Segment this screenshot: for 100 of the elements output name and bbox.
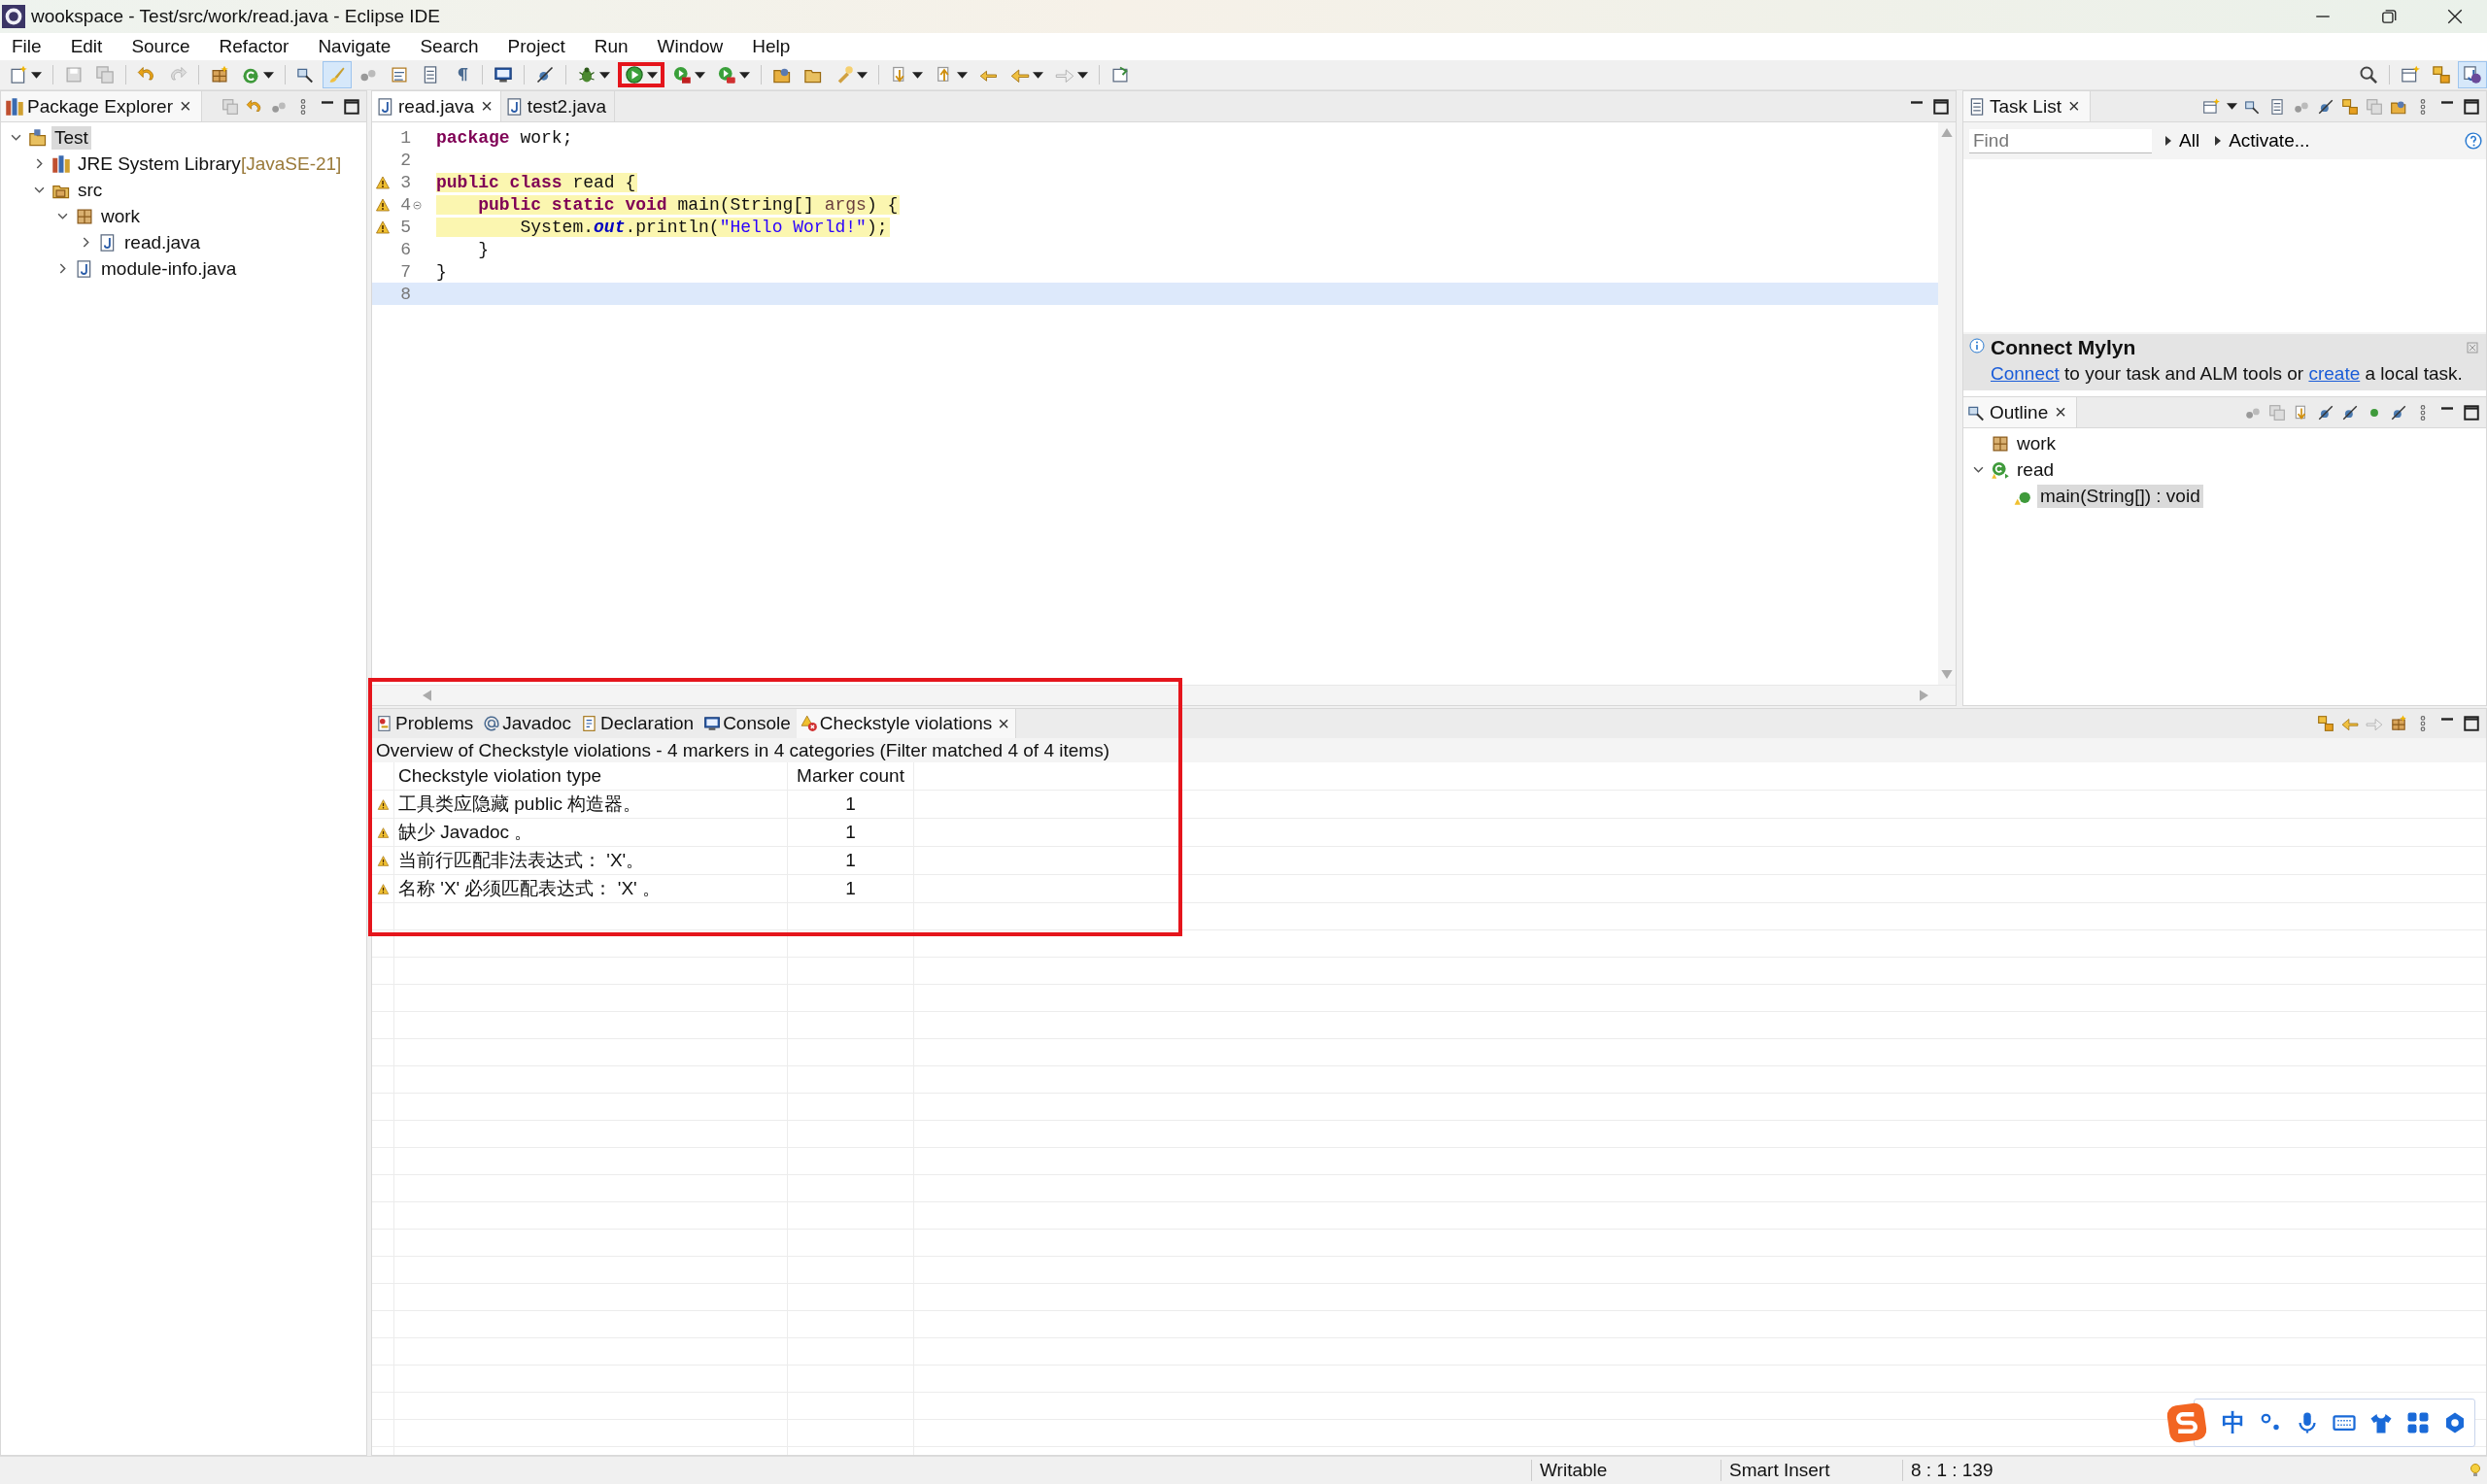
tree-item[interactable]: Test [51, 125, 91, 150]
play-button[interactable] [617, 61, 665, 88]
menu-item[interactable]: Project [497, 35, 575, 58]
caret-icon[interactable] [2227, 103, 2237, 110]
line-number: 2 [399, 150, 411, 170]
shirt-icon[interactable] [2369, 1411, 2393, 1434]
line-number: 8 [399, 284, 411, 304]
caret-icon[interactable] [263, 71, 274, 79]
maximize-view-icon[interactable] [343, 97, 360, 116]
table-cell: 名称 'X' 必须匹配表达式： 'X' 。 [394, 875, 788, 902]
java-perspective-button[interactable] [2458, 61, 2487, 88]
menu-item[interactable]: Window [647, 35, 733, 58]
triangle-icon [2165, 136, 2171, 146]
triangle-icon [2215, 136, 2222, 146]
tree-item[interactable]: work [98, 204, 144, 228]
package-icon[interactable] [2390, 715, 2407, 732]
input-method-logo-icon[interactable] [2165, 1401, 2208, 1444]
menu-item[interactable]: Navigate [308, 35, 401, 58]
code-line: } [477, 239, 490, 259]
panel-tab[interactable]: Javadoc [479, 709, 578, 738]
panel-tab[interactable]: Checkstyle violations × [796, 709, 1016, 738]
monitor-icon [703, 715, 722, 732]
tree-item[interactable]: work [2014, 431, 2060, 455]
close-icon[interactable]: × [481, 95, 493, 118]
microphone-icon[interactable] [2296, 1411, 2319, 1434]
filter-link[interactable]: Activate... [2213, 130, 2312, 152]
caret-icon[interactable] [957, 71, 968, 79]
mylyn-title: Connect Mylyn [1991, 336, 2136, 359]
document-lines-icon [390, 65, 409, 84]
eclipse-logo-icon [2, 5, 25, 28]
caret-icon[interactable] [1033, 71, 1043, 79]
editor-tab[interactable]: read.java × [372, 91, 501, 121]
find-field[interactable]: Find [1969, 128, 2152, 153]
window-plus-icon [2401, 65, 2420, 84]
settings-icon[interactable] [2443, 1411, 2467, 1434]
menu-item[interactable]: Refactor [209, 35, 299, 58]
table-cell: 工具类应隐藏 public 构造器。 [394, 791, 788, 818]
bug-icon [577, 65, 596, 84]
maximize-view-icon[interactable] [1932, 97, 1950, 116]
caret-icon[interactable] [912, 71, 923, 79]
tree-item[interactable]: src [75, 178, 106, 202]
close-icon[interactable]: × [179, 95, 191, 118]
menu-item[interactable]: Search [410, 35, 489, 58]
close-icon[interactable]: × [998, 712, 1009, 735]
view-tab[interactable]: Package Explorer × [1, 91, 202, 121]
menu-item[interactable]: File [2, 35, 51, 58]
tree-item[interactable]: JRE System Library[JavaSE-21] [75, 152, 345, 176]
line-number: 6 [399, 239, 411, 259]
tree-item[interactable]: main(String[]) : void [2037, 484, 2203, 508]
create-link[interactable]: create [2308, 363, 2361, 384]
maximize-view-icon[interactable] [2463, 715, 2480, 732]
grid-icon[interactable] [2406, 1411, 2430, 1434]
caret-icon[interactable] [739, 71, 750, 79]
maximize-view-icon[interactable] [2463, 403, 2480, 422]
team-icon[interactable] [2317, 715, 2334, 732]
menu-item[interactable]: Source [121, 35, 200, 58]
warning-marker-icon[interactable] [375, 219, 391, 235]
filter-link[interactable]: All [2163, 130, 2202, 152]
mylyn-message: Connect to your task and ALM tools or create a local task. [1991, 363, 2464, 385]
column-header[interactable]: Checkstyle violation type [394, 762, 788, 790]
close-icon[interactable]: × [2055, 401, 2066, 423]
menu-item[interactable]: Help [742, 35, 801, 58]
status-text: Smart Insert [1720, 1460, 1902, 1481]
pin-editor-icon [1110, 65, 1130, 84]
at-sign-icon [483, 715, 501, 732]
new-task-icon[interactable] [2202, 97, 2220, 116]
status-text: Writable [1531, 1460, 1720, 1481]
view-tab[interactable]: Outline × [1963, 397, 2077, 427]
input-mode-toggle[interactable]: 中 [2222, 1407, 2245, 1438]
caret-icon[interactable] [857, 71, 868, 79]
tree-item[interactable]: read.java [121, 230, 204, 254]
java-perspective-icon [2463, 65, 2482, 84]
restore-icon[interactable] [2380, 8, 2398, 25]
warning-icon [376, 826, 390, 839]
maximize-view-icon[interactable] [2463, 97, 2480, 116]
caret-icon[interactable] [599, 71, 610, 79]
editor-tab[interactable]: test2.java [500, 91, 616, 121]
tree-item[interactable]: read [2014, 457, 2058, 482]
menu-item[interactable]: Run [584, 35, 638, 58]
caret-icon[interactable] [1077, 71, 1088, 79]
warning-icon [376, 854, 390, 867]
warning-marker-icon[interactable] [375, 174, 391, 190]
caret-icon[interactable] [647, 71, 658, 79]
warning-marker-icon[interactable] [375, 196, 391, 213]
caret-icon[interactable] [695, 71, 705, 79]
close-icon[interactable] [2446, 8, 2464, 25]
panel-tab[interactable]: Problems [372, 709, 480, 738]
window-title: wookspace - Test/src/work/read.java - Eclipse IDE [31, 6, 440, 27]
menu-item[interactable]: Edit [60, 35, 113, 58]
panel-tab[interactable]: Console [699, 709, 797, 738]
panel-tab[interactable]: Declaration [577, 709, 700, 738]
view-tab[interactable]: Task List × [1963, 91, 2091, 121]
new-document-icon [9, 65, 28, 84]
close-icon[interactable]: × [2067, 95, 2080, 118]
column-header[interactable]: Marker count [788, 762, 914, 790]
caret-icon[interactable] [31, 71, 42, 79]
problems-icon [376, 715, 393, 732]
tree-item[interactable]: module-info.java [98, 256, 240, 281]
connect-link[interactable]: Connect [1991, 363, 2060, 384]
help-icon[interactable] [2465, 132, 2482, 150]
